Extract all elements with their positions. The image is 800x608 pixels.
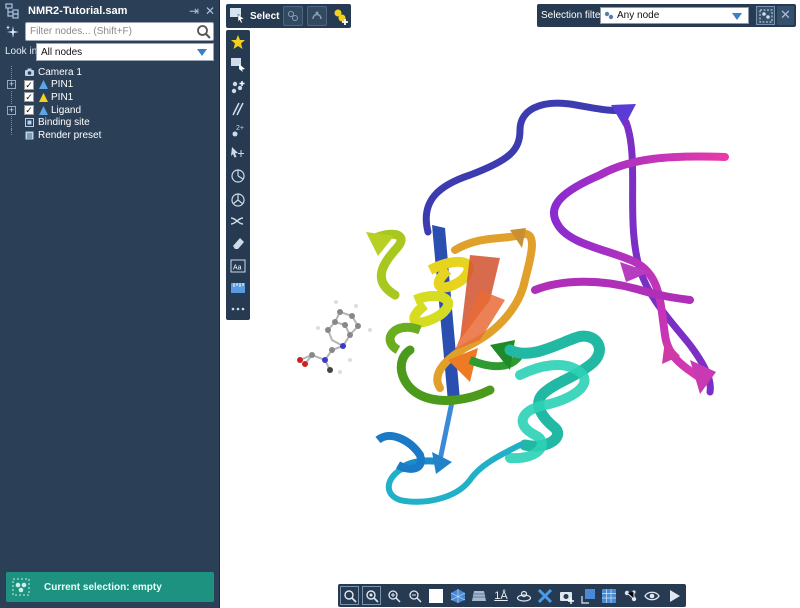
look-in-row: Look in All nodes xyxy=(0,43,220,61)
export-view-icon[interactable] xyxy=(578,586,597,605)
tree-item-binding-site[interactable]: Binding site xyxy=(0,116,220,130)
orbit-icon[interactable] xyxy=(514,586,533,605)
grid-layout-icon[interactable] xyxy=(599,586,618,605)
close-icon[interactable]: ✕ xyxy=(777,6,794,25)
move-tool-icon[interactable] xyxy=(228,143,248,163)
select-tool-icon[interactable] xyxy=(228,55,248,75)
visibility-checkbox[interactable]: ✓ xyxy=(24,79,34,90)
visibility-checkbox[interactable]: ✓ xyxy=(24,105,34,116)
add-atom-icon[interactable] xyxy=(228,77,248,97)
measure-angle-icon[interactable] xyxy=(228,166,248,186)
scale-label-button[interactable]: 1Å xyxy=(490,586,512,605)
select-label: Select xyxy=(250,10,280,22)
pin-icon[interactable]: ⇥ xyxy=(188,4,200,18)
bond-tool-icon[interactable] xyxy=(228,99,248,119)
background-color-icon[interactable] xyxy=(426,586,445,605)
helix-loop-blue xyxy=(422,99,629,236)
tree-item-label: Camera 1 xyxy=(38,66,82,78)
zoom-selection-icon[interactable] xyxy=(362,586,381,605)
svg-text:2+: 2+ xyxy=(236,125,244,132)
select-residues-icon[interactable] xyxy=(307,6,328,26)
tree-item-label: PIN1 xyxy=(51,91,74,103)
charge-tool-icon[interactable]: 2+ xyxy=(228,120,248,140)
look-in-value: All nodes xyxy=(41,47,83,58)
label-tool-icon[interactable]: Aa xyxy=(228,256,248,276)
svg-text:Aa: Aa xyxy=(233,265,242,272)
ruler-icon[interactable] xyxy=(228,278,248,298)
beta-strand-magenta xyxy=(550,152,729,382)
tree-item-label: PIN1 xyxy=(51,79,74,91)
play-icon[interactable] xyxy=(664,586,683,605)
document-tree-icon xyxy=(2,1,22,21)
look-in-select[interactable]: All nodes xyxy=(36,43,214,61)
tree-item-camera[interactable]: Camera 1 xyxy=(0,66,220,79)
molecular-viewport[interactable] xyxy=(221,0,800,608)
select-atoms-icon[interactable] xyxy=(283,6,304,26)
molecule-render-icon[interactable] xyxy=(621,586,640,605)
select-tool-button[interactable]: Select xyxy=(229,6,279,26)
zoom-fit-icon[interactable] xyxy=(340,586,359,605)
zoom-out-icon[interactable] xyxy=(405,586,424,605)
select-toolbar: Select xyxy=(226,4,351,28)
screenshot-icon[interactable] xyxy=(557,586,576,605)
measure-dihedral-icon[interactable] xyxy=(228,189,248,209)
tree-item-pin1[interactable]: + ✓ PIN1 xyxy=(0,79,220,92)
selection-filter-value: Any node xyxy=(617,10,660,21)
search-icon[interactable] xyxy=(196,24,212,40)
tree-item-render-preset[interactable]: Render preset xyxy=(0,128,220,142)
yellow-model-icon xyxy=(38,92,49,103)
zoom-in-icon[interactable] xyxy=(384,586,403,605)
tree-item-pin1-visual[interactable]: ✓ PIN1 xyxy=(0,91,220,105)
visibility-checkbox[interactable]: ✓ xyxy=(24,92,34,103)
chevron-down-icon xyxy=(197,49,207,56)
ligand-molecule[interactable] xyxy=(297,300,372,374)
close-icon[interactable]: ✕ xyxy=(204,4,216,18)
eye-icon[interactable] xyxy=(642,586,661,605)
selection-filter-toolbar: Selection filter Any node ✕ xyxy=(537,4,796,27)
node-filter-icon xyxy=(604,11,615,21)
tree-item-label: Binding site xyxy=(38,117,90,129)
favorite-star-icon[interactable] xyxy=(228,32,248,52)
tree-item-label: Ligand xyxy=(51,104,82,116)
current-selection-text: Current selection: empty xyxy=(44,581,162,593)
axes-icon[interactable] xyxy=(535,586,554,605)
filter-options-icon[interactable] xyxy=(756,6,775,25)
select-cursor-icon xyxy=(229,7,245,26)
tree-item-label: Render preset xyxy=(38,129,102,141)
floor-plane-icon[interactable] xyxy=(469,586,488,605)
selection-filter-select[interactable]: Any node xyxy=(600,7,749,24)
document-tree: Camera 1 + ✓ PIN1 ✓ PIN1 + ✓ Ligand Bind… xyxy=(0,66,220,142)
chevron-down-icon xyxy=(732,13,742,20)
document-titlebar: NMR2-Tutorial.sam ⇥ ✕ xyxy=(0,0,220,22)
camera-icon xyxy=(24,67,35,78)
view-toolbar: 1Å xyxy=(338,584,686,607)
expand-icon[interactable]: + xyxy=(7,105,16,115)
filter-nodes-input[interactable] xyxy=(25,22,214,41)
tree-item-ligand[interactable]: + ✓ Ligand xyxy=(0,104,220,117)
selection-icon xyxy=(12,578,30,596)
document-title: NMR2-Tutorial.sam xyxy=(28,5,128,17)
selection-filter-label: Selection filter xyxy=(541,10,604,21)
tools-toolbar: 2+ Aa xyxy=(226,30,250,320)
shuffle-icon[interactable] xyxy=(228,211,248,231)
render-preset-icon xyxy=(24,130,35,141)
structural-model-icon xyxy=(38,105,49,116)
current-selection-bar[interactable]: Current selection: empty xyxy=(6,572,214,602)
more-tools-icon[interactable] xyxy=(228,300,248,320)
expand-icon[interactable]: + xyxy=(7,80,16,90)
look-in-label: Look in xyxy=(5,46,38,57)
document-panel: NMR2-Tutorial.sam ⇥ ✕ Look in All nodes … xyxy=(0,0,220,608)
eraser-icon[interactable] xyxy=(228,233,248,253)
selection-group-icon xyxy=(24,117,35,128)
sparkle-icon[interactable] xyxy=(3,22,23,42)
add-selection-icon[interactable] xyxy=(331,6,351,26)
filter-row xyxy=(0,22,220,42)
structural-model-icon xyxy=(38,79,49,90)
view-cube-icon[interactable] xyxy=(448,586,467,605)
